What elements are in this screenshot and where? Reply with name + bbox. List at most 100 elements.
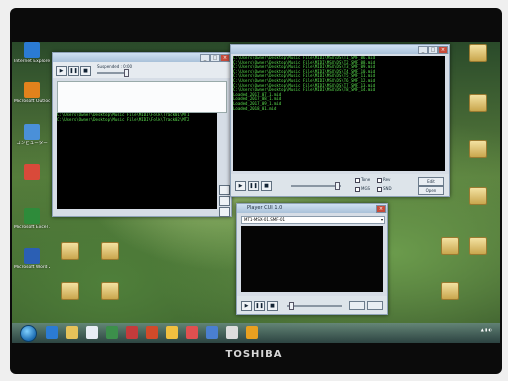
file-icon [61, 242, 79, 260]
desktop-folder[interactable] [460, 44, 496, 62]
minimize-button[interactable]: _ [200, 54, 210, 62]
option-rev[interactable]: Rev [377, 177, 390, 183]
desktop-folder[interactable] [432, 237, 468, 255]
console-line: C:\Users\Owner\Desktop\Music File\MIDI\F… [57, 116, 190, 122]
internet-explorer-icon [24, 42, 40, 58]
desktop-folder[interactable] [460, 140, 496, 158]
desktop-shortcut-label: コンピューター [16, 141, 48, 146]
app-taskbar-icon-6[interactable] [206, 326, 218, 339]
desktop-screen: Internet Explorer Microsoft Outlook 2010 コ… [12, 42, 500, 343]
desktop-shortcut[interactable]: コンピューター [14, 124, 50, 146]
title-bar: Player CUI 1.0 × [237, 204, 387, 213]
side-button-3[interactable] [219, 207, 230, 217]
track-dropdown[interactable]: MT1-MSX-01.SMF-01 ▾ [241, 216, 385, 224]
dropdown-value: MT1-MSX-01.SMF-01 [244, 217, 286, 222]
app-taskbar-icon-3[interactable] [146, 326, 158, 339]
folder-icon [469, 237, 487, 255]
chevron-down-icon: ▾ [380, 217, 383, 222]
window-title: Player CUI 1.0 [247, 205, 283, 211]
option-snd[interactable]: SND [377, 186, 392, 192]
desktop-shortcut-label: Internet Explorer [14, 59, 50, 64]
close-button[interactable]: × [438, 46, 448, 54]
left-console: C:\Users\Owner\Desktop\Music File\MIDI\F… [57, 113, 217, 209]
folder-icon [469, 140, 487, 158]
ie-taskbar-icon[interactable] [46, 326, 58, 339]
explorer-taskbar-icon[interactable] [66, 326, 78, 339]
side-button-2[interactable] [219, 196, 230, 206]
app-taskbar-icon-8[interactable] [246, 326, 258, 339]
desktop-shortcut[interactable]: Microsoft Word 2010 [14, 248, 50, 270]
position-knob[interactable] [289, 302, 294, 310]
taskbar: ▲ ▮ ◐ [12, 323, 500, 343]
stop-button[interactable]: ■ [80, 66, 91, 76]
desktop-shortcut[interactable]: Microsoft Outlook 2010 [14, 82, 50, 104]
desktop-folder[interactable] [432, 282, 468, 300]
small-player-controls: ▶ ❚❚ ■ [237, 296, 387, 314]
side-button-1[interactable] [219, 185, 230, 195]
volume-slider[interactable] [291, 182, 341, 190]
folder-icon [441, 237, 459, 255]
option-mgs[interactable]: MGS [355, 186, 370, 192]
play-button[interactable]: ▶ [241, 301, 252, 311]
title-bar: × □ _ [53, 53, 231, 62]
media-taskbar-icon[interactable] [86, 326, 98, 339]
app-taskbar-icon-4[interactable] [166, 326, 178, 339]
minimize-button[interactable]: _ [418, 46, 428, 54]
close-button[interactable]: × [220, 54, 230, 62]
app-taskbar-icon-2[interactable] [126, 326, 138, 339]
player-window-left: × □ _ ▶ ❚❚ ■ Suspended : 0:00 C:\Users\O… [52, 52, 232, 217]
play-button[interactable]: ▶ [235, 181, 246, 191]
folder-icon [469, 187, 487, 205]
maximize-button[interactable]: □ [428, 46, 438, 54]
seek-slider[interactable] [97, 69, 129, 77]
desktop-shortcut-label: Microsoft Excel 2010 [14, 225, 50, 230]
title-bar: × □ _ [231, 45, 449, 54]
player-toolbar: ▶ ❚❚ ■ Suspended : 0:00 [53, 62, 231, 78]
open-button[interactable]: Open [418, 186, 444, 195]
console-window: × □ _ C:\Users\Owner\Desktop\Music File\… [230, 44, 450, 197]
folder-icon [469, 94, 487, 112]
desktop-file[interactable] [52, 282, 88, 300]
system-tray[interactable]: ▲ ▮ ◐ [481, 327, 492, 332]
visualizer [241, 226, 383, 292]
console-line: Loaded_2018_01.mid [233, 105, 277, 111]
desktop-shortcut[interactable] [14, 164, 50, 181]
stop-button[interactable]: ■ [267, 301, 278, 311]
pause-button[interactable]: ❚❚ [68, 66, 79, 76]
desktop-folder[interactable] [460, 94, 496, 112]
volume-knob[interactable] [335, 182, 340, 190]
pause-button[interactable]: ❚❚ [254, 301, 265, 311]
option-tone[interactable]: Tone [355, 177, 370, 183]
outlook-icon [24, 82, 40, 98]
file-icon [61, 282, 79, 300]
small-button-1[interactable] [349, 301, 365, 310]
pause-button[interactable]: ❚❚ [248, 181, 259, 191]
midi-console: C:\Users\Owner\Desktop\Music File\MIDI\M… [233, 56, 445, 171]
close-button[interactable]: × [376, 205, 386, 213]
position-slider[interactable] [287, 302, 342, 310]
excel-icon [24, 208, 40, 224]
file-icon [101, 242, 119, 260]
app-taskbar-icon-1[interactable] [106, 326, 118, 339]
console-controls: ▶ ❚❚ ■ Tone Rev MGS SND Edit Open [231, 174, 449, 196]
brand-logo: TOSHIBA [225, 349, 283, 360]
desktop-folder[interactable] [460, 187, 496, 205]
maximize-button[interactable]: □ [210, 54, 220, 62]
start-button[interactable] [20, 325, 37, 342]
word-icon [24, 248, 40, 264]
stop-button[interactable]: ■ [261, 181, 272, 191]
desktop-shortcut[interactable]: Microsoft Excel 2010 [14, 208, 50, 230]
small-button-2[interactable] [367, 301, 383, 310]
desktop-file[interactable] [92, 242, 128, 260]
desktop-shortcut-label: Microsoft Outlook 2010 [14, 99, 50, 104]
seek-knob[interactable] [124, 69, 129, 77]
desktop-file[interactable] [52, 242, 88, 260]
computer-icon [24, 124, 40, 140]
folder-icon [469, 44, 487, 62]
desktop-file[interactable] [92, 282, 128, 300]
play-button[interactable]: ▶ [56, 66, 67, 76]
edit-button[interactable]: Edit [418, 177, 444, 186]
app-taskbar-icon-5[interactable] [186, 326, 198, 339]
app-taskbar-icon-7[interactable] [226, 326, 238, 339]
desktop-shortcut[interactable]: Internet Explorer [14, 42, 50, 64]
